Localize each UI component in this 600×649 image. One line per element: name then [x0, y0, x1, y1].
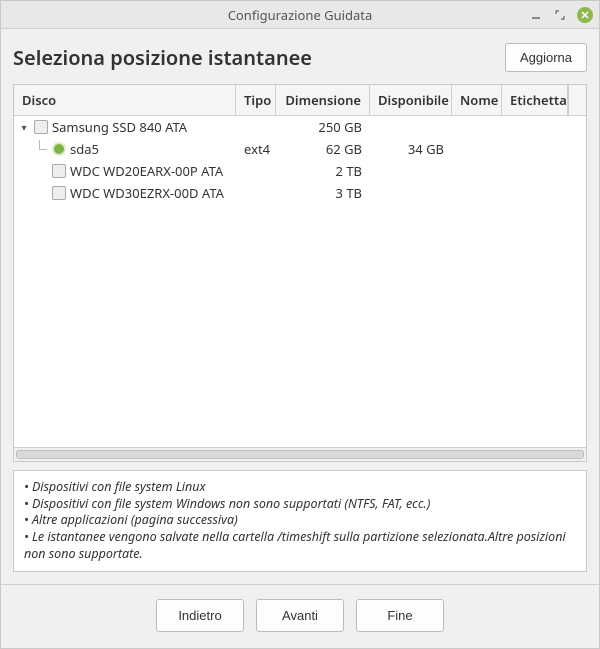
tree-body[interactable]: ▾ Samsung SSD 840 ATA 250 GB sda5 — [14, 116, 586, 447]
info-line: • Dispositivi con file system Linux — [24, 479, 576, 496]
close-button[interactable] — [577, 7, 593, 23]
maximize-button[interactable] — [553, 8, 567, 22]
window-title: Configurazione Guidata — [1, 6, 599, 24]
cell-disco: WDC WD20EARX-00P ATA — [14, 162, 236, 180]
table-row[interactable]: ▾ Samsung SSD 840 ATA 250 GB — [14, 116, 586, 138]
header-row: Seleziona posizione istantanee Aggiorna — [13, 43, 587, 72]
refresh-button[interactable]: Aggiorna — [505, 43, 587, 72]
back-button[interactable]: Indietro — [156, 599, 244, 632]
col-nome[interactable]: Nome — [452, 85, 502, 115]
content-area: Seleziona posizione istantanee Aggiorna … — [1, 29, 599, 584]
cell-dim: 3 TB — [276, 184, 370, 202]
info-box: • Dispositivi con file system Linux • Di… — [13, 470, 587, 572]
col-tipo[interactable]: Tipo — [236, 85, 276, 115]
partition-icon — [52, 142, 66, 156]
disk-icon — [52, 186, 66, 200]
horizontal-scrollbar[interactable] — [14, 447, 586, 461]
col-disco[interactable]: Disco — [14, 85, 236, 115]
col-disponibile[interactable]: Disponibile — [370, 85, 452, 115]
disk-tree: Disco Tipo Dimensione Disponibile Nome E… — [13, 84, 587, 462]
disk-icon — [34, 120, 48, 134]
disk-label: sda5 — [70, 140, 99, 158]
tree-elbow-icon — [36, 142, 48, 156]
col-dimensione[interactable]: Dimensione — [276, 85, 370, 115]
next-button[interactable]: Avanti — [256, 599, 344, 632]
cell-disco: ▾ Samsung SSD 840 ATA — [14, 118, 236, 136]
titlebar: Configurazione Guidata — [1, 1, 599, 29]
disk-icon — [52, 164, 66, 178]
info-line: • Dispositivi con file system Windows no… — [24, 496, 576, 513]
cell-dim: 250 GB — [276, 118, 370, 136]
cell-dim: 62 GB — [276, 140, 370, 158]
table-row[interactable]: sda5 ext4 62 GB 34 GB — [14, 138, 586, 160]
finish-button[interactable]: Fine — [356, 599, 444, 632]
cell-dim: 2 TB — [276, 162, 370, 180]
window-controls — [529, 1, 593, 28]
info-line: • Le istantanee vengono salvate nella ca… — [24, 529, 576, 563]
info-line: • Altre applicazioni (pagina successiva) — [24, 512, 576, 529]
cell-disco: sda5 — [14, 140, 236, 158]
tree-header: Disco Tipo Dimensione Disponibile Nome E… — [14, 85, 586, 116]
col-scroll-spacer — [568, 85, 586, 115]
col-etichetta[interactable]: Etichetta — [502, 85, 568, 115]
page-title: Seleziona posizione istantanee — [13, 44, 312, 71]
disk-label: WDC WD30EZRX-00D ATA — [70, 184, 224, 202]
disk-label: Samsung SSD 840 ATA — [52, 118, 187, 136]
cell-disco: WDC WD30EZRX-00D ATA — [14, 184, 236, 202]
table-row[interactable]: WDC WD30EZRX-00D ATA 3 TB — [14, 182, 586, 204]
disk-label: WDC WD20EARX-00P ATA — [70, 162, 223, 180]
window: Configurazione Guidata Seleziona posizio… — [0, 0, 600, 649]
table-row[interactable]: WDC WD20EARX-00P ATA 2 TB — [14, 160, 586, 182]
cell-tipo: ext4 — [236, 140, 276, 158]
footer: Indietro Avanti Fine — [1, 584, 599, 648]
expander-icon[interactable]: ▾ — [18, 121, 30, 133]
minimize-button[interactable] — [529, 8, 543, 22]
cell-disp: 34 GB — [370, 140, 452, 158]
scrollbar-thumb[interactable] — [16, 450, 584, 459]
